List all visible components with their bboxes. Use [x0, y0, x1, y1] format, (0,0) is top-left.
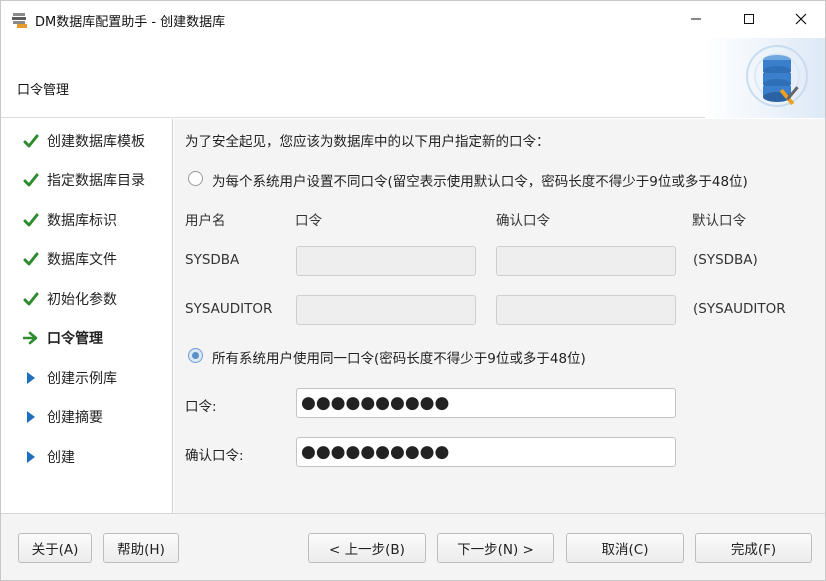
step-label: 创建 — [47, 450, 75, 466]
sysdba-password-input[interactable] — [296, 246, 476, 276]
app-icon — [12, 13, 27, 28]
cancel-button[interactable]: 取消(C) — [566, 533, 684, 563]
minimize-button[interactable] — [686, 9, 706, 29]
checkmark-icon — [23, 291, 39, 307]
step-label: 初始化参数 — [47, 292, 117, 308]
step-summary: 创建摘要 — [1, 405, 173, 429]
sysauditor-password-input[interactable] — [296, 295, 476, 325]
step-label: 数据库文件 — [47, 252, 117, 268]
confirm-label: 确认口令: — [185, 448, 244, 464]
password-input[interactable]: ●●●●●●●●●● — [296, 388, 676, 418]
intro-text: 为了安全起见，您应该为数据库中的以下用户指定新的口令： — [185, 134, 550, 150]
default-sysauditor: (SYSAUDITOR — [693, 301, 786, 317]
step-create-template: 创建数据库模板 — [1, 129, 173, 153]
radio-individual-passwords[interactable] — [188, 171, 203, 186]
arrow-right-icon — [23, 330, 39, 346]
confirm-value: ●●●●●●●●●● — [301, 442, 450, 462]
radio-individual-label: 为每个系统用户设置不同口令(留空表示使用默认口令，密码长度不得少于9位或多于48… — [212, 174, 748, 190]
maximize-button[interactable] — [739, 9, 759, 29]
header-password: 口令 — [295, 213, 322, 229]
step-label: 口令管理 — [47, 331, 103, 347]
default-sysdba: (SYSDBA) — [693, 252, 758, 268]
about-button[interactable]: 关于(A) — [18, 533, 92, 563]
step-database-files: 数据库文件 — [1, 247, 173, 271]
window-title: DM数据库配置助手 - 创建数据库 — [35, 15, 226, 30]
header-confirm: 确认口令 — [496, 213, 550, 229]
confirm-password-input[interactable]: ●●●●●●●●●● — [296, 437, 676, 467]
page-header: 口令管理 — [1, 38, 825, 118]
title-bar: DM数据库配置助手 - 创建数据库 — [1, 1, 825, 38]
close-button[interactable] — [791, 9, 811, 29]
checkmark-icon — [23, 172, 39, 188]
triangle-right-icon — [23, 370, 39, 386]
triangle-right-icon — [23, 449, 39, 465]
step-init-params: 初始化参数 — [1, 287, 173, 311]
password-value: ●●●●●●●●●● — [301, 393, 450, 413]
header-username: 用户名 — [185, 213, 226, 229]
radio-same-password[interactable] — [188, 348, 203, 363]
step-create: 创建 — [1, 445, 173, 469]
header-default: 默认口令 — [692, 213, 746, 229]
username-sysauditor: SYSAUDITOR — [185, 301, 273, 317]
step-label: 指定数据库目录 — [47, 173, 145, 189]
step-password-management: 口令管理 — [1, 326, 173, 350]
next-button[interactable]: 下一步(N) > — [437, 533, 554, 563]
password-label: 口令: — [185, 399, 217, 415]
triangle-right-icon — [23, 409, 39, 425]
username-sysdba: SYSDBA — [185, 252, 240, 268]
checkmark-icon — [23, 133, 39, 149]
step-create-sample: 创建示例库 — [1, 366, 173, 390]
page-title: 口令管理 — [17, 83, 70, 98]
checkmark-icon — [23, 212, 39, 228]
radio-same-label: 所有系统用户使用同一口令(密码长度不得少于9位或多于48位) — [212, 351, 586, 367]
step-label: 创建数据库模板 — [47, 134, 145, 150]
wizard-steps: 创建数据库模板 指定数据库目录 数据库标识 数据库文件 初始化参数 口令管理 创… — [1, 119, 173, 513]
previous-button[interactable]: < 上一步(B) — [308, 533, 426, 563]
password-panel: 为了安全起见，您应该为数据库中的以下用户指定新的口令： 为每个系统用户设置不同口… — [174, 119, 825, 513]
database-tools-icon — [705, 38, 825, 118]
sysauditor-confirm-input[interactable] — [496, 295, 676, 325]
step-specify-directory: 指定数据库目录 — [1, 168, 173, 192]
step-label: 创建摘要 — [47, 410, 103, 426]
minimize-icon — [691, 18, 701, 20]
sysdba-confirm-input[interactable] — [496, 246, 676, 276]
step-database-id: 数据库标识 — [1, 208, 173, 232]
finish-button[interactable]: 完成(F) — [695, 533, 812, 563]
step-label: 创建示例库 — [47, 371, 117, 387]
maximize-icon — [744, 14, 754, 24]
step-label: 数据库标识 — [47, 213, 117, 229]
dialog-window: DM数据库配置助手 - 创建数据库 口令管理 创建数据库模板 指定数据库目录 数… — [0, 0, 826, 581]
close-icon — [795, 13, 807, 25]
checkmark-icon — [23, 251, 39, 267]
help-button[interactable]: 帮助(H) — [103, 533, 179, 563]
button-bar: 关于(A) 帮助(H) < 上一步(B) 下一步(N) > 取消(C) 完成(F… — [1, 513, 825, 580]
